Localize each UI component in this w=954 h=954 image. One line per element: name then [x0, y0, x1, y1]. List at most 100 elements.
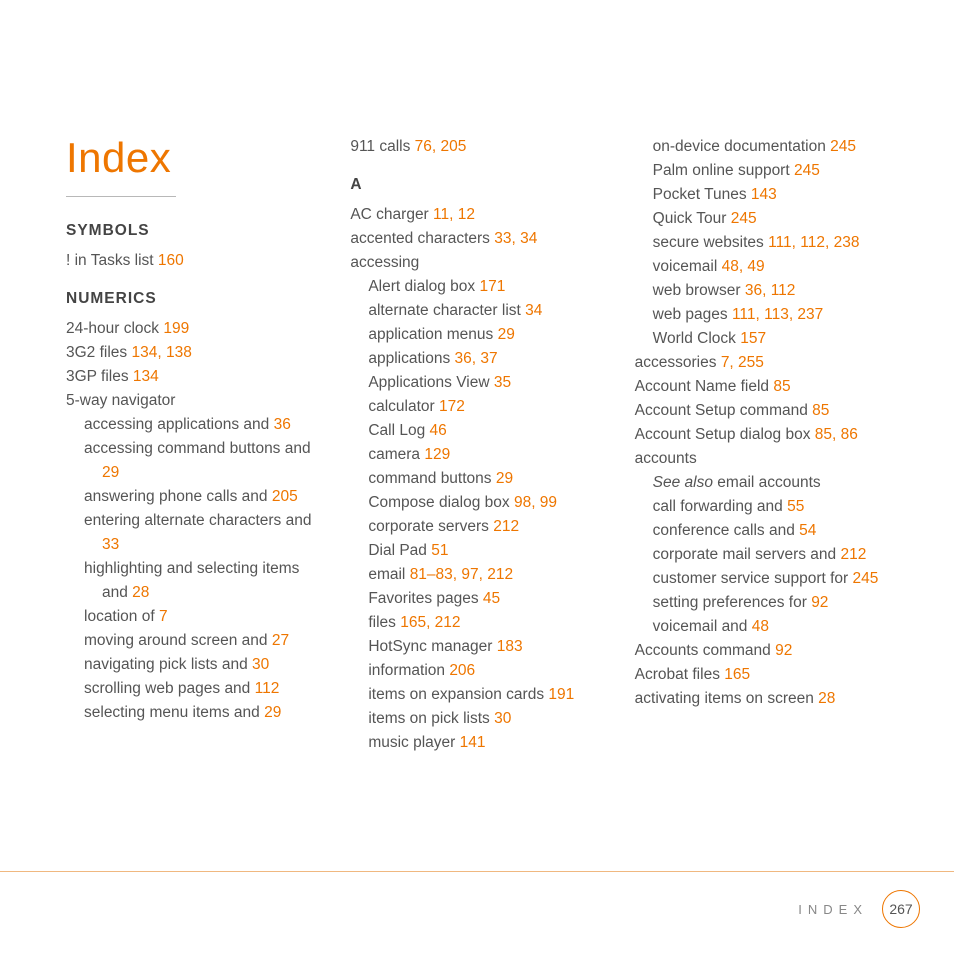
sub-call-forwarding: call forwarding and 55 [653, 495, 894, 519]
page-link[interactable]: 85, 86 [815, 426, 858, 443]
sub-cmd-buttons: command buttons 29 [368, 467, 609, 491]
page-link[interactable]: 7 [159, 608, 168, 625]
sub-corporate-mail: corporate mail servers and 212 [653, 543, 894, 567]
entry-ac-charger: AC charger 11, 12 [350, 203, 609, 227]
page-link[interactable]: 35 [494, 374, 511, 391]
sub-quick-tour: Quick Tour 245 [653, 207, 894, 231]
page-link[interactable]: 245 [853, 570, 879, 587]
page-link[interactable]: 30 [252, 656, 269, 673]
page-link[interactable]: 199 [163, 320, 189, 337]
page-link[interactable]: 134 [133, 368, 159, 385]
page-link[interactable]: 111, 113, 237 [732, 306, 823, 323]
page-link[interactable]: 92 [811, 594, 828, 611]
page-link[interactable]: 85 [773, 378, 790, 395]
sub-conference-calls: conference calls and 54 [653, 519, 894, 543]
page-link[interactable]: 245 [794, 162, 820, 179]
entry-account-setup-dlg: Account Setup dialog box 85, 86 [635, 423, 894, 447]
page-link[interactable]: 28 [818, 690, 835, 707]
page-link[interactable]: 29 [264, 704, 281, 721]
entry-accounts-cmd: Accounts command 92 [635, 639, 894, 663]
page-link[interactable]: 36, 37 [455, 350, 498, 367]
page-link[interactable]: 30 [494, 710, 511, 727]
page-link[interactable]: 36, 112 [745, 282, 796, 299]
page-link[interactable]: 165 [724, 666, 750, 683]
page-link[interactable]: 29 [498, 326, 515, 343]
sub-highlighting: highlighting and selecting items and 28 [84, 557, 325, 605]
sub-pick-lists: items on pick lists 30 [368, 707, 609, 731]
sub-web-pages: web pages 111, 113, 237 [653, 303, 894, 327]
sub-secure-websites: secure websites 111, 112, 238 [653, 231, 894, 255]
page-link[interactable]: 85 [812, 402, 829, 419]
footer-label: INDEX [798, 902, 868, 917]
page-link[interactable]: 29 [102, 464, 119, 481]
page-link[interactable]: 143 [751, 186, 777, 203]
page-link[interactable]: 48, 49 [722, 258, 765, 275]
entry-accented-chars: accented characters 33, 34 [350, 227, 609, 251]
page-link[interactable]: 183 [497, 638, 523, 655]
sub-calculator: calculator 172 [368, 395, 609, 419]
page-link[interactable]: 54 [799, 522, 816, 539]
sub-customer-service: customer service support for 245 [653, 567, 894, 591]
page-link[interactable]: 160 [158, 252, 184, 269]
sub-information: information 206 [368, 659, 609, 683]
page-link[interactable]: 112 [255, 680, 280, 697]
page-link[interactable]: 134, 138 [131, 344, 191, 361]
page-link[interactable]: 36 [274, 416, 291, 433]
sub-ondevice-doc: on-device documentation 245 [653, 135, 894, 159]
sub-web-browser: web browser 36, 112 [653, 279, 894, 303]
page-link[interactable]: 33 [102, 536, 119, 553]
page-link[interactable]: 111, 112, 238 [768, 234, 859, 251]
section-head-a: A [350, 173, 609, 197]
sub-entering-alt: entering alternate characters and 33 [84, 509, 325, 557]
page-link[interactable]: 98, 99 [514, 494, 557, 511]
page-link[interactable]: 245 [830, 138, 856, 155]
entry-3gp: 3GP files 134 [66, 365, 325, 389]
page-link[interactable]: 7, 255 [721, 354, 764, 371]
page-link[interactable]: 51 [431, 542, 448, 559]
page-link[interactable]: 55 [787, 498, 804, 515]
sub-pocket-tunes: Pocket Tunes 143 [653, 183, 894, 207]
column-1: Index SYMBOLS ! in Tasks list 160 NUMERI… [66, 125, 325, 755]
entry-activating: activating items on screen 28 [635, 687, 894, 711]
sub-hotsync: HotSync manager 183 [368, 635, 609, 659]
sub-moving-screen: moving around screen and 27 [84, 629, 325, 653]
sub-accessing-apps: accessing applications and 36 [84, 413, 325, 437]
page-link[interactable]: 172 [439, 398, 465, 415]
column-2: 911 calls 76, 205 A AC charger 11, 12 ac… [350, 125, 609, 755]
sub-voicemail: voicemail 48, 49 [653, 255, 894, 279]
page-link[interactable]: 48 [752, 618, 769, 635]
sub-accessing-cmd: accessing command buttons and 29 [84, 437, 325, 485]
page-link[interactable]: 29 [496, 470, 513, 487]
page-link[interactable]: 129 [424, 446, 450, 463]
entry-account-setup-cmd: Account Setup command 85 [635, 399, 894, 423]
page-link[interactable]: 212 [493, 518, 519, 535]
page-link[interactable]: 46 [430, 422, 447, 439]
page-link[interactable]: 11, 12 [433, 206, 475, 223]
sub-corp-servers: corporate servers 212 [368, 515, 609, 539]
page-link[interactable]: 92 [775, 642, 792, 659]
page-link[interactable]: 165, 212 [400, 614, 460, 631]
entry-tasks-list: ! in Tasks list 160 [66, 249, 325, 273]
page-link[interactable]: 157 [740, 330, 766, 347]
sub-setting-prefs: setting preferences for 92 [653, 591, 894, 615]
page-link[interactable]: 171 [479, 278, 505, 295]
page-link[interactable]: 34 [525, 302, 542, 319]
page-link[interactable]: 245 [731, 210, 757, 227]
sub-location: location of 7 [84, 605, 325, 629]
sub-app-menus: application menus 29 [368, 323, 609, 347]
section-head-symbols: SYMBOLS [66, 219, 325, 243]
page-link[interactable]: 33, 34 [494, 230, 537, 247]
page-link[interactable]: 212 [840, 546, 866, 563]
page-link[interactable]: 76, 205 [415, 138, 467, 155]
page-link[interactable]: 206 [449, 662, 475, 679]
page-link[interactable]: 81–83, 97, 212 [410, 566, 513, 583]
page-link[interactable]: 141 [460, 734, 486, 751]
page-link[interactable]: 205 [272, 488, 298, 505]
page-link[interactable]: 45 [483, 590, 500, 607]
page-link[interactable]: 27 [272, 632, 289, 649]
page-link[interactable]: 28 [132, 584, 149, 601]
sub-alt-char-list: alternate character list 34 [368, 299, 609, 323]
page-footer: INDEX 267 [0, 871, 954, 928]
sub-dial-pad: Dial Pad 51 [368, 539, 609, 563]
page-link[interactable]: 191 [548, 686, 574, 703]
